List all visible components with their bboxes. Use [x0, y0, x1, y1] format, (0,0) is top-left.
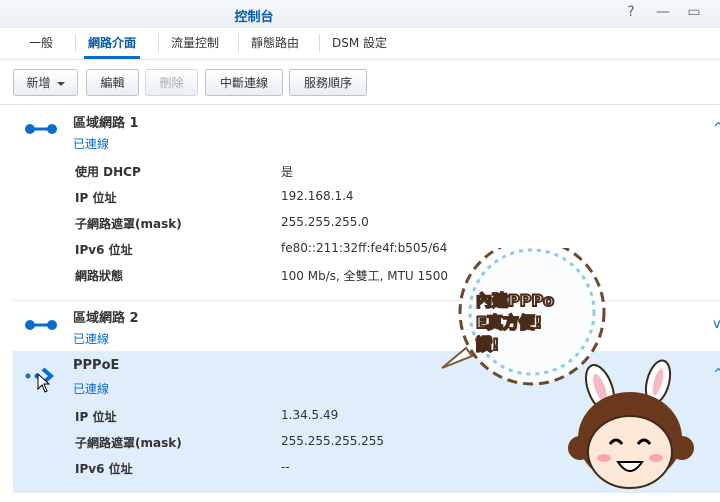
ipv6-value: fe80::211:32ff:fe4f:b505/64	[281, 241, 448, 255]
network-connected-icon	[25, 124, 57, 134]
mask-value: 255.255.255.0	[281, 215, 369, 229]
help-icon[interactable]: ?	[622, 4, 640, 20]
ip-label: IP 位址	[75, 191, 117, 205]
sticker-line3: 讚!	[476, 335, 499, 354]
tab-network-interface[interactable]: 網路介面	[75, 34, 148, 59]
cartoon-girl-icon	[568, 359, 694, 489]
create-button[interactable]: 新增	[13, 69, 78, 96]
dhcp-label: 使用 DHCP	[75, 165, 141, 179]
disconnect-button[interactable]: 中斷連線	[205, 69, 283, 96]
ip-value: 192.168.1.4	[281, 189, 354, 203]
ipv6-label: IPv6 位址	[75, 462, 133, 476]
interface-status: 已連線	[73, 332, 110, 346]
mouse-cursor-icon	[37, 373, 51, 393]
sticker-line1: 內建PPPo	[476, 291, 554, 310]
edit-button[interactable]: 編輯	[86, 69, 139, 96]
create-label: 新增	[26, 76, 51, 90]
toolbar: 新增 編輯 刪除 中斷連線 服務順序	[0, 60, 720, 105]
title-bar: 控制台 ? — ▭	[0, 0, 720, 28]
dhcp-value: 是	[281, 165, 294, 179]
mask-label: 子網路遮罩(mask)	[75, 217, 182, 231]
ipv6-label: IPv6 位址	[75, 243, 133, 257]
tab-static-route[interactable]: 靜態路由	[238, 34, 311, 52]
interface-name: 區域網路 1	[73, 116, 139, 131]
ipv6-value: --	[281, 460, 290, 474]
interface-status: 已連線	[73, 137, 110, 151]
chevron-up-icon[interactable]: ^	[713, 121, 720, 136]
mask-value: 255.255.255.255	[281, 434, 385, 448]
chevron-down-icon	[56, 81, 65, 86]
ip-label: IP 位址	[75, 410, 117, 424]
interface-status: 已連線	[73, 382, 110, 396]
delete-button[interactable]: 刪除	[145, 69, 198, 96]
tab-traffic-control[interactable]: 流量控制	[158, 34, 231, 52]
service-order-button[interactable]: 服務順序	[289, 69, 367, 96]
minimize-icon[interactable]: —	[654, 4, 672, 20]
ip-value: 1.34.5.49	[281, 408, 339, 422]
window-title: 控制台	[234, 10, 274, 25]
interface-name: 區域網路 2	[73, 311, 139, 326]
mask-label: 子網路遮罩(mask)	[75, 436, 182, 450]
tab-bar: 一般 網路介面 流量控制 靜態路由 DSM 設定	[0, 28, 720, 60]
network-connected-icon	[25, 320, 57, 330]
network-status-label: 網路狀態	[75, 269, 124, 283]
interface-name: PPPoE	[73, 358, 120, 373]
sticker-line2: E真方便!	[476, 313, 542, 332]
network-status-value: 100 Mb/s, 全雙工, MTU 1500	[281, 269, 449, 283]
tab-general[interactable]: 一般	[17, 34, 65, 52]
tab-dsm-settings[interactable]: DSM 設定	[319, 34, 399, 52]
sticker-overlay: 內建PPPo E真方便! 讚!	[441, 248, 694, 489]
maximize-icon[interactable]: ▭	[685, 4, 703, 20]
